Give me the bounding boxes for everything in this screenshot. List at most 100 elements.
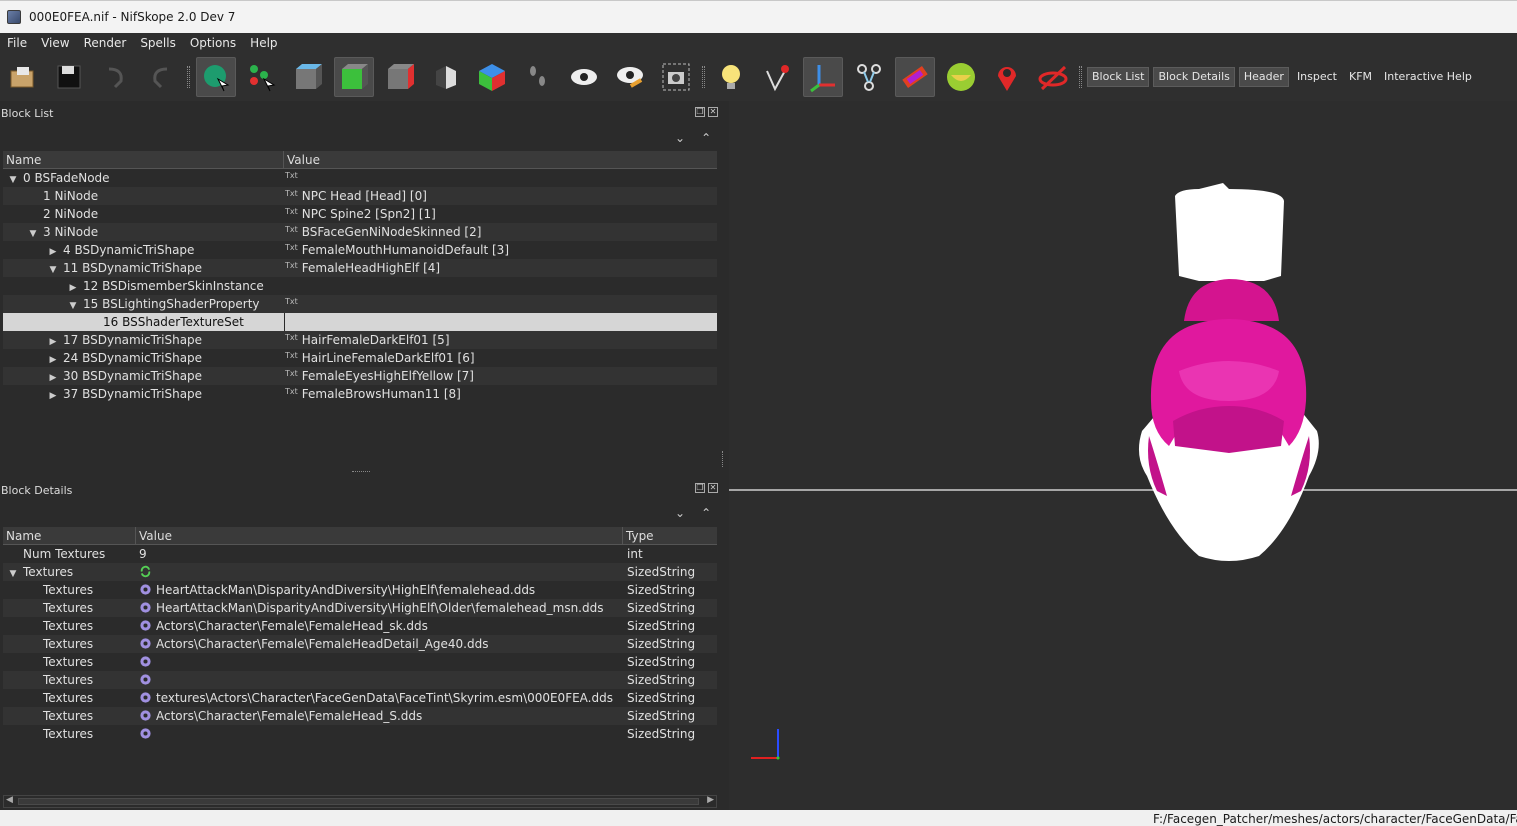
undo-icon[interactable]: [95, 57, 135, 97]
detail-value[interactable]: Actors\Character\Female\FemaleHead_S.dds: [136, 707, 623, 725]
detail-row[interactable]: Num Textures 9 int: [3, 545, 717, 563]
expand-all-icon[interactable]: ⌄: [675, 506, 685, 520]
view-axes-icon[interactable]: [472, 57, 512, 97]
tab-block-details[interactable]: Block Details: [1153, 67, 1235, 87]
column-name[interactable]: Name: [3, 151, 284, 168]
tree-row[interactable]: ▼ 3 NiNode Txt BSFaceGenNiNodeSkinned [2]: [3, 223, 717, 241]
detail-row[interactable]: Textures HeartAttackMan\DisparityAndDiver…: [3, 581, 717, 599]
menu-render[interactable]: Render: [77, 36, 134, 50]
close-icon[interactable]: ✕: [708, 483, 718, 493]
show-markers-icon[interactable]: [610, 57, 650, 97]
nodes-icon[interactable]: [849, 57, 889, 97]
tree-row-name: ▼ 3 NiNode: [3, 223, 284, 241]
view-front-icon[interactable]: [334, 57, 374, 97]
detail-row[interactable]: Textures SizedString: [3, 725, 717, 743]
column-type[interactable]: Type: [623, 527, 717, 544]
vertex-icon[interactable]: [757, 57, 797, 97]
tree-row[interactable]: ▶ 24 BSDynamicTriShape Txt HairLineFemaleDa…: [3, 349, 717, 367]
tree-row[interactable]: ▶ 17 BSDynamicTriShape Txt HairFemaleDarkEl…: [3, 331, 717, 349]
detail-value[interactable]: textures\Actors\Character\FaceGenData\Fa…: [136, 689, 623, 707]
detail-value[interactable]: [136, 653, 623, 671]
screenshot-icon[interactable]: [656, 57, 696, 97]
load-icon[interactable]: [3, 57, 43, 97]
3d-viewport[interactable]: [729, 101, 1517, 810]
field-name: Num Textures: [23, 547, 106, 561]
scroll-left-icon[interactable]: ◀: [6, 795, 13, 805]
field-type: SizedString: [627, 619, 696, 633]
tree-row[interactable]: ▶ 37 BSDynamicTriShape Txt FemaleBrowsHuman…: [3, 385, 717, 403]
tree-row[interactable]: ▶ 30 BSDynamicTriShape Txt FemaleEyesHighEl…: [3, 367, 717, 385]
marker-icon[interactable]: [987, 57, 1027, 97]
walk-icon[interactable]: [518, 57, 558, 97]
lighting-icon[interactable]: [711, 57, 751, 97]
collapse-all-icon[interactable]: ⌃: [701, 131, 711, 145]
column-value[interactable]: Value: [136, 527, 623, 544]
menu-options[interactable]: Options: [183, 36, 243, 50]
detail-row[interactable]: Textures SizedString: [3, 653, 717, 671]
menu-view[interactable]: View: [34, 36, 76, 50]
tree-row[interactable]: ▶ 4 BSDynamicTriShape Txt FemaleMouthHumano…: [3, 241, 717, 259]
show-hidden-icon[interactable]: [564, 57, 604, 97]
tab-interactive-help[interactable]: Interactive Help: [1380, 67, 1476, 87]
view-user-icon[interactable]: [426, 57, 466, 97]
horizontal-scrollbar[interactable]: ◀ ▶: [3, 795, 717, 808]
constraint-icon[interactable]: [1033, 57, 1073, 97]
tree-row[interactable]: 1 NiNode Txt NPC Head [Head] [0]: [3, 187, 717, 205]
detail-value[interactable]: 9: [136, 545, 623, 563]
block-list-tree: Name Value ▼ 0 BSFadeNode Txt 1 NiNode Txt NP…: [3, 151, 717, 403]
float-icon[interactable]: ❐: [695, 483, 705, 493]
detail-row[interactable]: Textures Actors\Character\Female\FemaleHe…: [3, 707, 717, 725]
tab-header[interactable]: Header: [1238, 67, 1289, 87]
splitter-handle[interactable]: [352, 471, 370, 472]
chevron-right-icon[interactable]: ▶: [43, 387, 63, 405]
tree-row[interactable]: ▼ 0 BSFadeNode Txt: [3, 169, 717, 187]
tab-inspect[interactable]: Inspect: [1293, 67, 1341, 87]
menu-help[interactable]: Help: [243, 36, 284, 50]
tree-row[interactable]: 2 NiNode Txt NPC Spine2 [Spn2] [1]: [3, 205, 717, 223]
detail-name: Textures: [3, 725, 136, 743]
skeleton-icon[interactable]: [941, 57, 981, 97]
redo-icon[interactable]: [141, 57, 181, 97]
tab-kfm[interactable]: KFM: [1345, 67, 1376, 87]
detail-row[interactable]: Textures Actors\Character\Female\FemaleHe…: [3, 635, 717, 653]
scroll-right-icon[interactable]: ▶: [707, 795, 714, 805]
column-value[interactable]: Value: [284, 151, 717, 168]
detail-value[interactable]: [136, 671, 623, 689]
collapse-all-icon[interactable]: ⌃: [701, 506, 711, 520]
scrollbar-thumb[interactable]: [18, 798, 699, 805]
select-nodes-icon[interactable]: [242, 57, 282, 97]
view-side-icon[interactable]: [380, 57, 420, 97]
save-icon[interactable]: [49, 57, 89, 97]
field-value: 9: [139, 547, 147, 561]
axes-icon[interactable]: [803, 57, 843, 97]
select-icon[interactable]: [196, 57, 236, 97]
menu-file[interactable]: File: [0, 36, 34, 50]
detail-row[interactable]: ▼ Textures SizedString: [3, 563, 717, 581]
tree-row[interactable]: ▼ 11 BSDynamicTriShape Txt FemaleHeadHighEl…: [3, 259, 717, 277]
block-details-panel: Block Details ❐ ✕ ⌄ ⌃ Name Value Type Nu…: [0, 481, 724, 810]
detail-value[interactable]: Actors\Character\Female\FemaleHeadDetail…: [136, 635, 623, 653]
detail-value[interactable]: [136, 725, 623, 743]
column-name[interactable]: Name: [3, 527, 136, 544]
detail-value[interactable]: HeartAttackMan\DisparityAndDiversity\Hig…: [136, 581, 623, 599]
refresh-icon[interactable]: [139, 565, 152, 578]
expand-all-icon[interactable]: ⌄: [675, 131, 685, 145]
detail-row[interactable]: Textures HeartAttackMan\DisparityAndDiver…: [3, 599, 717, 617]
float-icon[interactable]: ❐: [695, 107, 705, 117]
block-name: 0 BSFadeNode: [23, 171, 110, 185]
detail-row[interactable]: Textures textures\Actors\Character\FaceGe…: [3, 689, 717, 707]
detail-value[interactable]: HeartAttackMan\DisparityAndDiversity\Hig…: [136, 599, 623, 617]
tree-row[interactable]: ▼ 15 BSLightingShaderProperty Txt: [3, 295, 717, 313]
detail-row[interactable]: Textures SizedString: [3, 671, 717, 689]
tree-row[interactable]: 16 BSShaderTextureSet: [3, 313, 717, 331]
menu-spells[interactable]: Spells: [133, 36, 183, 50]
detail-value[interactable]: [136, 563, 623, 581]
block-value: FemaleMouthHumanoidDefault [3]: [301, 243, 509, 257]
detail-row[interactable]: Textures Actors\Character\Female\FemaleHe…: [3, 617, 717, 635]
tree-row[interactable]: ▶ 12 BSDismemberSkinInstance: [3, 277, 717, 295]
tab-block-list[interactable]: Block List: [1087, 67, 1150, 87]
detail-value[interactable]: Actors\Character\Female\FemaleHead_sk.dd…: [136, 617, 623, 635]
close-icon[interactable]: ✕: [708, 107, 718, 117]
textures-icon[interactable]: [895, 57, 935, 97]
view-top-icon[interactable]: [288, 57, 328, 97]
